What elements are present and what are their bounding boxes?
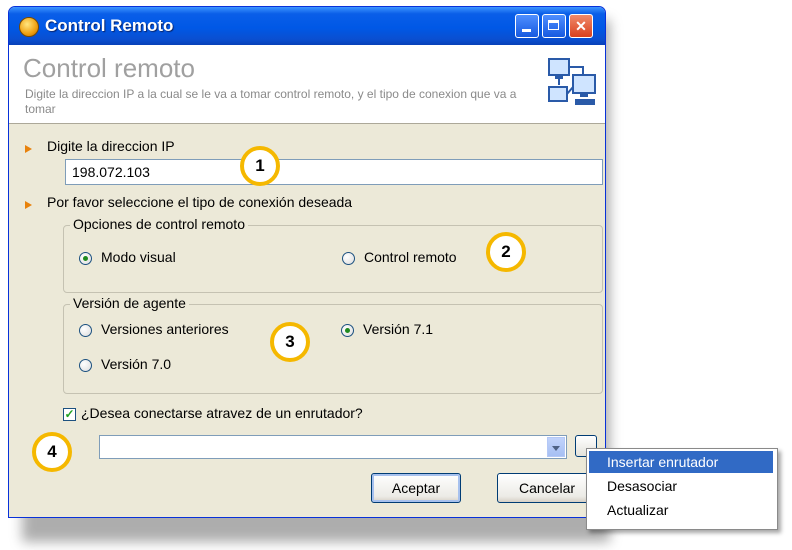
header-title: Control remoto <box>23 53 195 83</box>
router-checkbox-label[interactable]: ¿Desea conectarse atravez de un enrutado… <box>81 405 363 421</box>
radio-version-71-label[interactable]: Versión 7.1 <box>363 321 433 337</box>
network-computers-icon <box>548 58 596 105</box>
annotation-marker-1: 1 <box>240 146 280 186</box>
radio-modo-visual-label[interactable]: Modo visual <box>101 249 176 265</box>
radio-versiones-anteriores[interactable] <box>79 324 92 337</box>
radio-version-70-label[interactable]: Versión 7.0 <box>101 356 171 372</box>
agent-version-legend: Versión de agente <box>70 295 189 311</box>
app-icon <box>19 17 39 37</box>
router-select[interactable] <box>99 435 567 459</box>
connection-type-label: Por favor seleccione el tipo de conexión… <box>47 194 353 210</box>
close-icon: ✕ <box>575 18 587 34</box>
router-checkbox[interactable]: ✓ <box>63 408 76 421</box>
ip-label: Digite la direccion IP <box>47 138 175 154</box>
close-button[interactable]: ✕ <box>569 14 593 38</box>
maximize-button[interactable] <box>542 14 566 38</box>
context-menu: Insertar enrutador Desasociar Actualizar <box>586 448 778 530</box>
maximize-icon <box>548 20 559 30</box>
chevron-down-icon <box>552 446 560 451</box>
header-description: Digite la direccion IP a la cual se le v… <box>25 87 517 116</box>
accept-button[interactable]: Aceptar <box>371 473 461 503</box>
annotation-marker-2: 2 <box>486 232 526 272</box>
annotation-marker-4: 4 <box>32 432 72 472</box>
bullet-arrow-icon <box>25 145 32 153</box>
minimize-icon <box>522 29 531 32</box>
radio-modo-visual[interactable] <box>79 252 92 265</box>
radio-version-71[interactable] <box>341 324 354 337</box>
window-title: Control Remoto <box>45 16 174 35</box>
minimize-button[interactable] <box>515 14 539 38</box>
menu-item-desasociar[interactable]: Desasociar <box>589 475 773 497</box>
remote-options-legend: Opciones de control remoto <box>70 216 248 232</box>
cancel-button[interactable]: Cancelar <box>497 473 597 503</box>
title-bar[interactable]: Control Remoto ✕ <box>9 7 605 45</box>
router-select-dropdown-button[interactable] <box>547 437 565 457</box>
radio-control-remoto[interactable] <box>342 252 355 265</box>
radio-versiones-anteriores-label[interactable]: Versiones anteriores <box>101 321 229 337</box>
dialog-header: Control remoto Digite la direccion IP a … <box>9 45 605 124</box>
radio-control-remoto-label[interactable]: Control remoto <box>364 249 457 265</box>
ip-address-input[interactable] <box>65 159 603 185</box>
menu-item-actualizar[interactable]: Actualizar <box>589 499 773 521</box>
radio-version-70[interactable] <box>79 359 92 372</box>
annotation-marker-3: 3 <box>270 322 310 362</box>
bullet-arrow-icon <box>25 201 32 209</box>
menu-item-insertar-enrutador[interactable]: Insertar enrutador <box>589 451 773 473</box>
agent-version-group: Versión de agente <box>63 295 603 394</box>
